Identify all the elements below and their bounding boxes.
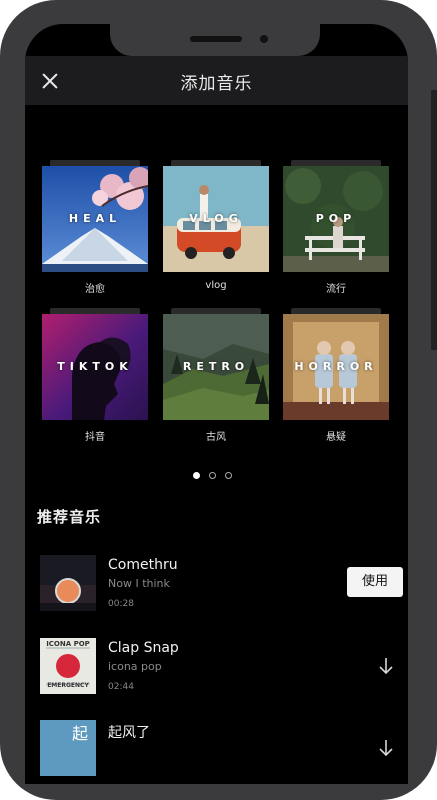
album-text: EMERGENCY — [47, 682, 89, 689]
album-text: ICONA POP — [46, 640, 90, 648]
phone-frame: 添加音乐 HEAL 治愈 VLOG vlog POP 流行 TIKTOK 抖音 … — [0, 0, 437, 800]
page-dot[interactable] — [209, 472, 216, 479]
page-dot-active[interactable] — [193, 472, 200, 479]
album-art: 起 — [40, 720, 96, 776]
category-caption: 古风 — [206, 432, 226, 443]
album-text: 起 — [72, 724, 89, 743]
category-tag: HEAL — [68, 212, 122, 225]
category-caption: 抖音 — [85, 432, 105, 443]
category-cover: VLOG — [163, 166, 269, 272]
category-retro[interactable]: RETRO 古风 — [163, 308, 269, 443]
download-arrow-icon[interactable] — [377, 656, 395, 676]
category-caption: 治愈 — [85, 284, 105, 295]
category-horror[interactable]: HORROR 悬疑 — [283, 308, 389, 443]
page-dot[interactable] — [225, 472, 232, 479]
top-bar: 添加音乐 — [25, 56, 408, 105]
track-duration: 00:28 — [108, 599, 134, 609]
category-cover: RETRO — [163, 314, 269, 420]
app-screen: 添加音乐 HEAL 治愈 VLOG vlog POP 流行 TIKTOK 抖音 … — [25, 24, 408, 784]
category-caption: 悬疑 — [326, 432, 346, 443]
track-name: Clap Snap — [108, 640, 179, 656]
category-vlog[interactable]: VLOG vlog — [163, 160, 269, 291]
sunset-cover — [40, 555, 96, 611]
category-cover: HORROR — [283, 314, 389, 420]
track-artist: Now I think — [108, 577, 170, 590]
category-tag: TIKTOK — [57, 360, 133, 373]
category-tag: POP — [315, 212, 357, 225]
download-arrow-icon[interactable] — [377, 738, 395, 758]
category-caption: 流行 — [326, 284, 346, 295]
album-art — [40, 555, 96, 611]
track-item[interactable]: Comethru Now I think 00:28 使用 — [40, 555, 403, 613]
category-heal[interactable]: HEAL 治愈 — [42, 160, 148, 295]
category-tag: RETRO — [182, 360, 250, 373]
page-indicator — [193, 464, 241, 479]
use-button[interactable]: 使用 — [347, 567, 403, 597]
category-cover: HEAL — [42, 166, 148, 272]
track-artist: icona pop — [108, 660, 162, 673]
category-cover: POP — [283, 166, 389, 272]
track-name: Comethru — [108, 557, 178, 573]
track-name: 起风了 — [108, 725, 150, 741]
track-item[interactable]: 起 起风了 — [40, 720, 395, 778]
category-tag: HORROR — [294, 360, 378, 373]
album-art: ICONA POP EMERGENCY — [40, 638, 96, 694]
category-tag: VLOG — [189, 212, 243, 225]
page-title: 添加音乐 — [180, 74, 253, 94]
category-pop[interactable]: POP 流行 — [283, 160, 389, 295]
phone-side-button — [431, 90, 437, 350]
section-title: 推荐音乐 — [37, 508, 102, 526]
category-caption: vlog — [205, 280, 227, 291]
track-item[interactable]: ICONA POP EMERGENCY Clap Snap icona pop … — [40, 638, 395, 696]
speaker-grill — [190, 36, 242, 42]
category-cover: TIKTOK — [42, 314, 148, 420]
notch — [110, 24, 320, 56]
front-camera — [260, 35, 268, 43]
category-tiktok[interactable]: TIKTOK 抖音 — [42, 308, 148, 443]
track-duration: 02:44 — [108, 682, 134, 692]
